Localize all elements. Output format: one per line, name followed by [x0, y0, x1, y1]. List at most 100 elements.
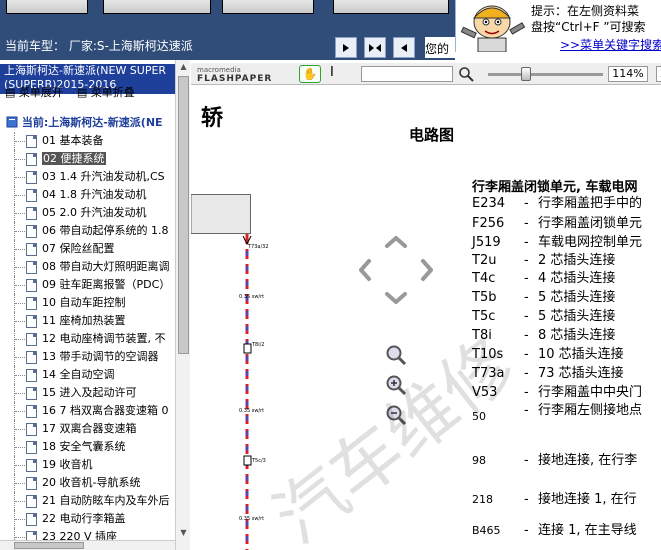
- legend-row: F256 - 行李厢盖闭锁单元: [472, 212, 642, 231]
- legend-desc: 行李厢盖闭锁单元: [538, 216, 643, 231]
- vertical-scrollbar[interactable]: ▲ ▼: [175, 60, 190, 550]
- legend-desc: 行李厢左侧接地点: [538, 403, 643, 418]
- tree-item[interactable]: 17 双离合器变速箱: [0, 420, 175, 438]
- top-button-3[interactable]: [222, 0, 314, 14]
- next-button[interactable]: [393, 37, 415, 58]
- flashpaper-toolbar: macromedia FLASHPAPER ✋ I 114% 28: [191, 63, 661, 85]
- document-icon: [26, 207, 37, 220]
- tree-root[interactable]: 当前:上海斯柯达-新速派(NE: [6, 114, 176, 130]
- tree-item-label: 13 带手动调节的空调器: [42, 350, 159, 363]
- legend-row: T8i -8 芯插头连接: [472, 324, 615, 343]
- legend-dash: -: [524, 290, 529, 305]
- expand-frame-button[interactable]: [364, 37, 386, 58]
- scroll-up-icon[interactable]: ▲: [176, 60, 191, 74]
- search-input[interactable]: [361, 66, 453, 82]
- zoom-out-icon[interactable]: [385, 404, 407, 426]
- tree-item[interactable]: 14 全自动空调: [0, 366, 175, 384]
- menu-search-link[interactable]: >>菜单关键字搜索: [560, 36, 661, 53]
- top-button-2[interactable]: [103, 0, 211, 14]
- tree-branch: [14, 384, 25, 402]
- tree-item-label: 02 便捷系统: [42, 152, 106, 165]
- tree-item-label: 22 电动行李箱盖: [42, 512, 126, 525]
- tree-item[interactable]: 09 驻车距离报警（PDC）: [0, 276, 175, 294]
- text-select-icon[interactable]: I: [330, 65, 334, 80]
- document-icon: [26, 189, 37, 202]
- tree-branch: [14, 474, 25, 492]
- legend-code: B465: [472, 524, 501, 537]
- legend-code: T10s: [472, 347, 504, 362]
- tree-item[interactable]: 20 收音机-导航系统: [0, 474, 175, 492]
- legend-desc: 8 芯插头连接: [538, 328, 616, 343]
- page-number[interactable]: 28: [656, 66, 661, 82]
- tree-item[interactable]: 06 带自动起停系统的 1.8: [0, 222, 175, 240]
- tree-branch: [14, 186, 25, 204]
- tree-item[interactable]: 07 保险丝配置: [0, 240, 175, 258]
- legend-desc: 2 芯插头连接: [538, 253, 616, 268]
- legend-code: T73a: [472, 366, 505, 381]
- tree-item[interactable]: 04 1.8 升汽油发动机: [0, 186, 175, 204]
- logo-top: macromedia: [197, 66, 241, 74]
- tree-item-label: 07 保险丝配置: [42, 242, 115, 255]
- zoom-slider-thumb[interactable]: [521, 67, 531, 81]
- document-icon: [26, 513, 37, 526]
- tree-item[interactable]: 18 安全气囊系统: [0, 438, 175, 456]
- zoom-fit-icon[interactable]: [385, 344, 407, 366]
- zoom-level[interactable]: 114%: [608, 66, 648, 82]
- tree-item[interactable]: 21 自动防眩车内及车外后: [0, 492, 175, 510]
- tree-branch: [14, 294, 25, 312]
- search-icon[interactable]: [458, 66, 474, 82]
- hand-tool-button[interactable]: ✋: [299, 65, 321, 83]
- tree-item[interactable]: 02 便捷系统: [0, 150, 175, 168]
- hscroll-thumb[interactable]: [14, 542, 84, 549]
- legend-dash: -: [524, 366, 529, 381]
- legend-dash: -: [524, 523, 529, 538]
- legend-desc: 行李厢盖中中央门: [538, 385, 643, 400]
- legend-row: J519 - 车载电网控制单元: [472, 231, 642, 250]
- tree-item[interactable]: 12 电动座椅调节装置, 不: [0, 330, 175, 348]
- diagram-title: 电路图: [409, 126, 455, 144]
- tree-item[interactable]: 05 2.0 升汽油发动机: [0, 204, 175, 222]
- current-car-label: 当前车型： 厂家:S-上海斯柯达速派: [5, 39, 193, 53]
- tree-item[interactable]: 03 1.4 升汽油发动机,CS: [0, 168, 175, 186]
- tree-tools: ▤ 菜单展开 ▤ 菜单折叠: [5, 84, 175, 100]
- pan-control[interactable]: [357, 234, 435, 306]
- zoom-in-icon[interactable]: [385, 374, 407, 396]
- zoom-slider[interactable]: [488, 73, 603, 76]
- legend-row: V53 - 行李厢盖中中央门: [472, 381, 642, 400]
- tree-item[interactable]: 15 进入及起动许可: [0, 384, 175, 402]
- legend-code: V53: [472, 385, 498, 400]
- tree-branch: [14, 258, 25, 276]
- document-icon: [26, 153, 37, 166]
- legend-desc: 5 芯插头连接: [538, 290, 616, 305]
- legend-code: T5c: [472, 309, 496, 324]
- tree-item[interactable]: 10 自动车距控制: [0, 294, 175, 312]
- scroll-thumb[interactable]: [178, 76, 189, 354]
- pan-down-icon: [385, 292, 407, 304]
- tree-item[interactable]: 01 基本装备: [0, 132, 175, 150]
- top-button-4[interactable]: [333, 0, 449, 14]
- tree-item[interactable]: 16 7 档双离合器变速箱 0: [0, 402, 175, 420]
- tree-item[interactable]: 11 座椅加热装置: [0, 312, 175, 330]
- tree-branch: [14, 276, 25, 294]
- scroll-down-icon[interactable]: ▼: [176, 526, 191, 540]
- legend-row: B465 - 连接 1, 在主导线: [472, 519, 637, 538]
- top-button-1[interactable]: [6, 0, 88, 14]
- tree-item[interactable]: 08 带自动大灯照明距离调: [0, 258, 175, 276]
- prev-button[interactable]: [335, 37, 357, 58]
- wire-label: 0.35 sw/rt: [239, 408, 264, 414]
- collapse-all-button[interactable]: 菜单折叠: [91, 86, 135, 99]
- wire-label: T5c/3: [251, 458, 266, 464]
- legend-row: T10s -10 芯插头连接: [472, 343, 624, 362]
- legend-dash: -: [524, 347, 529, 362]
- legend-row: 50: [472, 409, 538, 424]
- tree-item[interactable]: 22 电动行李箱盖: [0, 510, 175, 528]
- wire-label: T8i/2: [251, 342, 265, 348]
- hint-panel: 提示：在左侧资料菜 盘按“Ctrl+F ”可搜索 >>菜单关键字搜索: [455, 0, 661, 52]
- tree-item[interactable]: 19 收音机: [0, 456, 175, 474]
- expand-all-button[interactable]: 菜单展开: [19, 86, 63, 99]
- legend-desc: 接地连接, 在行李: [538, 453, 638, 468]
- horizontal-scrollbar[interactable]: [0, 540, 175, 550]
- tree-item[interactable]: 13 带手动调节的空调器: [0, 348, 175, 366]
- legend-desc: 4 芯插头连接: [538, 271, 616, 286]
- legend-row: 98 - 接地连接, 在行李: [472, 449, 637, 468]
